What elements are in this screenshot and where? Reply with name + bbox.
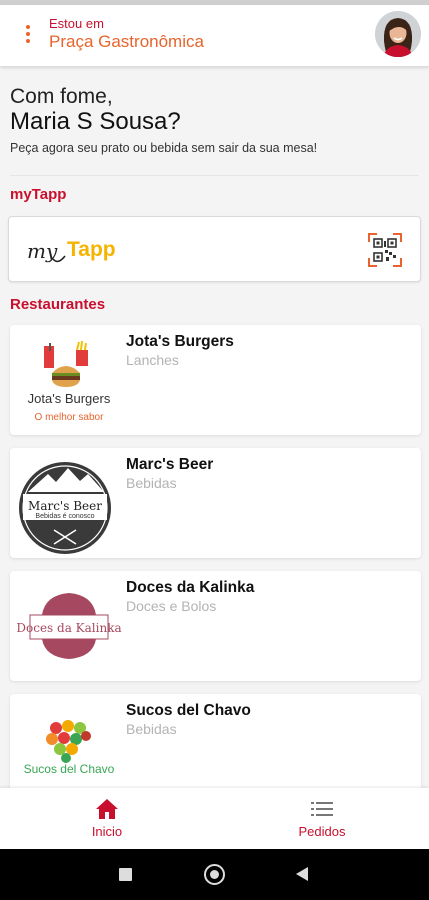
greeting-line-1: Com fome, xyxy=(10,85,113,108)
restaurant-name: Sucos del Chavo xyxy=(126,702,251,719)
jotas-burgers-logo: Jota's Burgers O melhor sabor xyxy=(14,329,124,431)
nav-orders[interactable]: Pedidos xyxy=(252,788,392,849)
location-label: Estou em xyxy=(49,16,104,31)
more-menu-icon[interactable] xyxy=(22,22,34,46)
marcs-beer-logo: Marc's Beer Bebidas é conosco xyxy=(14,452,124,554)
restaurant-category: Bebidas xyxy=(126,721,177,737)
divider xyxy=(10,175,419,176)
qr-code-icon[interactable] xyxy=(368,233,402,267)
mytapp-logo-tapp: Tapp xyxy=(67,238,116,261)
restaurant-card-marcs-beer[interactable]: Marc's Beer Bebidas é conosco Marc's Bee… xyxy=(10,448,421,558)
nav-home-label: Inicio xyxy=(91,824,123,839)
avatar[interactable] xyxy=(375,11,421,57)
home-icon xyxy=(95,798,119,820)
sucos-del-chavo-logo: Sucos del Chavo xyxy=(14,698,124,800)
system-navigation-bar xyxy=(0,849,429,900)
restaurant-name: Jota's Burgers xyxy=(126,333,234,350)
doces-da-kalinka-logo-text: Doces da Kalinka xyxy=(16,621,121,635)
restaurant-name: Doces da Kalinka xyxy=(126,579,255,596)
restaurant-category: Doces e Bolos xyxy=(126,598,217,614)
jotas-burgers-logo-text: Jota's Burgers xyxy=(28,391,111,406)
recent-apps-icon[interactable] xyxy=(119,868,132,881)
marcs-beer-logo-text: Marc's Beer xyxy=(28,499,102,513)
home-button-icon[interactable] xyxy=(204,864,225,885)
mytapp-card[interactable]: my Tapp xyxy=(8,216,421,282)
app-header: Estou em Praça Gastronômica xyxy=(0,5,429,66)
restaurant-category: Bebidas xyxy=(126,475,177,491)
back-icon[interactable] xyxy=(296,867,308,881)
restaurants-section-title: Restaurantes xyxy=(10,296,106,313)
list-icon xyxy=(310,798,334,820)
jotas-burgers-logo-subtext: O melhor sabor xyxy=(35,412,105,423)
nav-home[interactable]: Inicio xyxy=(37,788,177,849)
location-name[interactable]: Praça Gastronômica xyxy=(49,32,204,52)
mytapp-logo: my Tapp xyxy=(27,234,137,268)
doces-da-kalinka-logo: Doces da Kalinka xyxy=(14,575,124,677)
sucos-del-chavo-logo-text: Sucos del Chavo xyxy=(24,762,115,776)
restaurant-card-jotas-burgers[interactable]: Jota's Burgers O melhor sabor Jota's Bur… xyxy=(10,325,421,435)
restaurant-category: Lanches xyxy=(126,352,179,368)
greeting-subtitle: Peça agora seu prato ou bebida sem sair … xyxy=(10,141,318,155)
bottom-navigation: Inicio Pedidos xyxy=(0,788,429,849)
greeting-user-name: Maria S Sousa? xyxy=(10,108,181,135)
nav-orders-label: Pedidos xyxy=(298,824,346,839)
restaurant-card-doces-da-kalinka[interactable]: Doces da Kalinka Doces da Kalinka Doces … xyxy=(10,571,421,681)
marcs-beer-logo-subtext: Bebidas é conosco xyxy=(35,513,94,520)
restaurant-name: Marc's Beer xyxy=(126,456,214,473)
mytapp-section-title: myTapp xyxy=(10,186,67,203)
